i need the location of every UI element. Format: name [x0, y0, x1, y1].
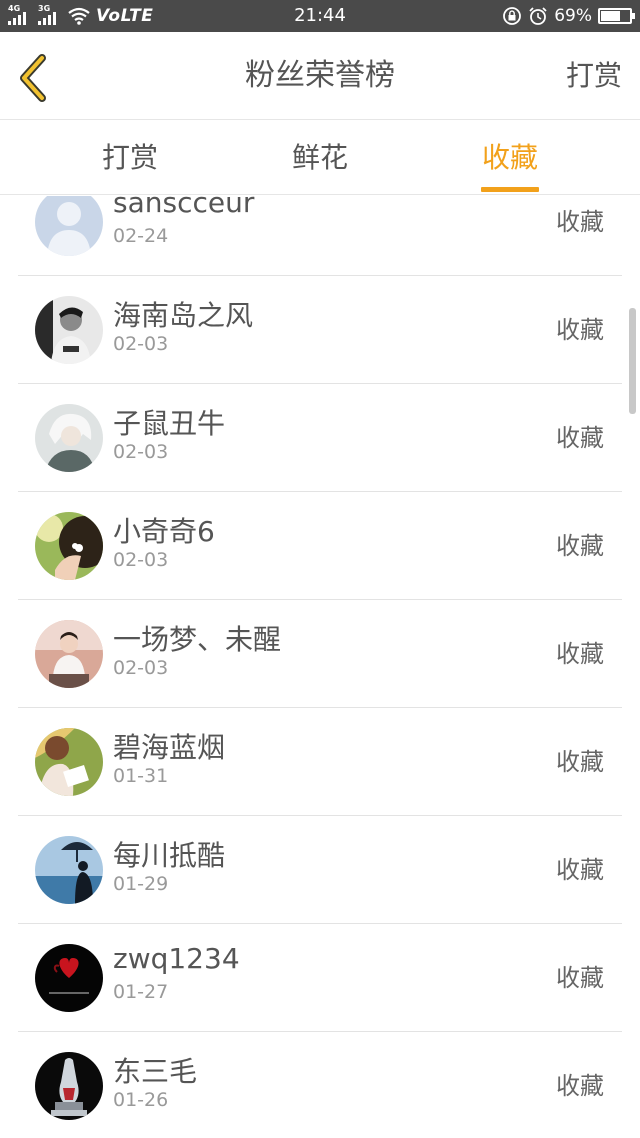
user-name: 小奇奇6 [113, 515, 215, 548]
tab-flowers[interactable]: 鲜花 [270, 121, 370, 195]
seated-boy-avatar-icon [35, 620, 103, 688]
list-item[interactable]: 子鼠丑牛 02-03 收藏 [18, 384, 622, 492]
tab-bar: 打赏 鲜花 收藏 [0, 121, 640, 195]
anime-white-hair-avatar-icon [35, 404, 103, 472]
item-action: 收藏 [556, 964, 604, 992]
tab-favorites[interactable]: 收藏 [460, 121, 560, 195]
item-date: 02-24 [113, 225, 169, 247]
user-name: 子鼠丑牛 [113, 407, 226, 440]
item-date: 01-26 [113, 1089, 169, 1111]
status-right: 69% [502, 0, 635, 32]
item-action: 收藏 [556, 1072, 604, 1100]
avatar[interactable] [35, 404, 103, 472]
item-date: 02-03 [113, 549, 169, 571]
item-action: 收藏 [556, 208, 604, 236]
flower-hair-avatar-icon [35, 512, 103, 580]
sea-umbrella-avatar-icon [35, 836, 103, 904]
user-name: 一场梦、未醒 [113, 623, 282, 656]
item-date: 02-03 [113, 657, 169, 679]
status-bar: 4G 3G VoLTE 21:44 69% [0, 0, 640, 32]
battery-icon [598, 8, 635, 24]
tab-active-indicator [481, 187, 539, 192]
alarm-icon [529, 7, 547, 25]
user-name: sanscceur [113, 196, 255, 219]
list-item[interactable]: 碧海蓝烟 01-31 收藏 [18, 708, 622, 816]
list-item[interactable]: 海南岛之风 02-03 收藏 [18, 276, 622, 384]
crystal-figure-avatar-icon [35, 1052, 103, 1120]
item-date: 02-03 [113, 333, 169, 355]
list-item[interactable]: 一场梦、未醒 02-03 收藏 [18, 600, 622, 708]
avatar[interactable] [35, 512, 103, 580]
item-action: 收藏 [556, 532, 604, 560]
avatar[interactable] [35, 296, 103, 364]
user-name: zwq1234 [113, 942, 240, 975]
reward-button[interactable]: 打赏 [566, 32, 622, 120]
item-action: 收藏 [556, 316, 604, 344]
page-title: 粉丝荣誉榜 [245, 58, 395, 93]
user-name: 海南岛之风 [113, 299, 254, 332]
avatar[interactable] [35, 1052, 103, 1120]
tab-reward[interactable]: 打赏 [80, 121, 180, 195]
item-action: 收藏 [556, 856, 604, 884]
avatar[interactable] [35, 728, 103, 796]
item-date: 01-29 [113, 873, 169, 895]
bw-portrait-avatar-icon [35, 296, 103, 364]
avatar[interactable] [35, 836, 103, 904]
avatar[interactable] [35, 620, 103, 688]
reading-girl-avatar-icon [35, 728, 103, 796]
item-action: 收藏 [556, 748, 604, 776]
battery-percent: 69% [554, 6, 592, 26]
item-date: 01-27 [113, 981, 169, 1003]
list-item[interactable]: 东三毛 01-26 收藏 [18, 1032, 622, 1138]
fan-list[interactable]: sanscceur 02-24 收藏 海南岛之风 02-03 收藏 子鼠丑牛 0… [0, 196, 640, 1138]
list-item[interactable]: 每川抵酷 01-29 收藏 [18, 816, 622, 924]
list-item[interactable]: 小奇奇6 02-03 收藏 [18, 492, 622, 600]
default-avatar-icon [35, 196, 103, 256]
avatar[interactable] [35, 196, 103, 256]
user-name: 东三毛 [113, 1055, 198, 1088]
item-action: 收藏 [556, 640, 604, 668]
rotation-lock-icon [503, 7, 522, 25]
nav-bar: 粉丝荣誉榜 打赏 [0, 32, 640, 120]
list-item[interactable]: sanscceur 02-24 收藏 [18, 196, 622, 276]
list-item[interactable]: zwq1234 01-27 收藏 [18, 924, 622, 1032]
user-name: 每川抵酷 [113, 839, 226, 872]
item-action: 收藏 [556, 424, 604, 452]
avatar[interactable] [35, 944, 103, 1012]
scrollbar-thumb[interactable] [629, 308, 636, 414]
user-name: 碧海蓝烟 [113, 731, 226, 764]
item-date: 01-31 [113, 765, 169, 787]
red-heart-black-avatar-icon [35, 944, 103, 1012]
item-date: 02-03 [113, 441, 169, 463]
